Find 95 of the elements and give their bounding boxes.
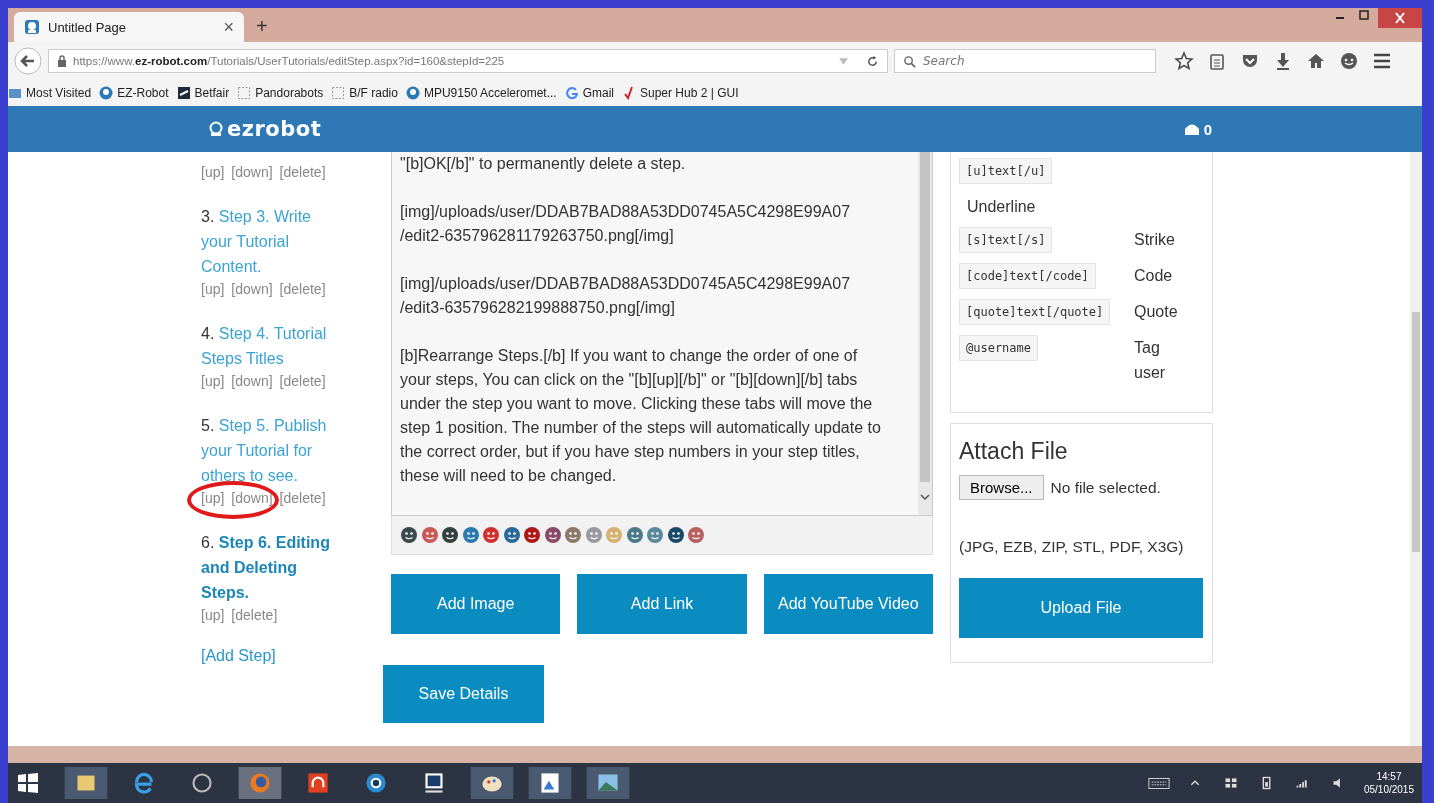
browse-button[interactable]: Browse... bbox=[959, 475, 1044, 500]
browser-tab[interactable]: Untitled Page × bbox=[14, 12, 244, 42]
step-action-link[interactable]: [up] bbox=[201, 164, 225, 180]
step-action-link[interactable]: [delete] bbox=[279, 281, 326, 297]
step-link[interactable]: 5. Step 5. Publish your Tutorial for others to see. bbox=[201, 413, 333, 488]
code-sample: [quote]text[/quote] bbox=[959, 299, 1111, 325]
smiley-icon[interactable] bbox=[441, 526, 459, 544]
step-action-link[interactable]: [down] bbox=[231, 373, 273, 389]
scrollbar[interactable] bbox=[918, 152, 932, 515]
step-action-link[interactable]: [down] bbox=[231, 164, 273, 180]
text-editor-field[interactable]: "[b]OK[/b]" to permanently delete a step. [img]/uploads/user/DDAB7BAD88A53DD0745A5C4298E99A07 /edit2-635796281179263750.png[/img] [img]/uploads/user/DDAB7BAD88A53DD0745A5C4298E99A07 /edit3-635796282199888750.png[/img] [b]Rearrange Steps.[/b] If you want to change the order of one of your steps, You can click on the "[b][up][/b]" or "[b][down][/b] tabs under the step you want to move. Clicking these tabs will move the step 1 position. The number of the steps will automatically update to the correct order, but if you have step numbers in your step titles, these will need to be changed. bbox=[391, 152, 933, 516]
code-sample: [u]text[/u] bbox=[959, 158, 1053, 184]
smiley-icon[interactable] bbox=[543, 526, 562, 544]
basket-icon bbox=[1183, 122, 1200, 136]
step-action-link[interactable]: [delete] bbox=[279, 373, 326, 389]
bookmark-link[interactable]: Most Visited bbox=[8, 86, 92, 100]
menu-icon[interactable] bbox=[1372, 51, 1392, 71]
scrollbar[interactable] bbox=[1410, 152, 1422, 746]
code-sample: [s]text[/s] bbox=[959, 227, 1053, 253]
close-icon[interactable] bbox=[1378, 8, 1422, 28]
logo-icon bbox=[176, 86, 191, 100]
bookmark-link[interactable]: Super Hub 2 | GUI bbox=[622, 86, 739, 100]
robot-icon bbox=[24, 19, 40, 35]
lock-icon bbox=[57, 55, 67, 67]
tab-title: Untitled Page bbox=[48, 19, 128, 35]
tag-label: Underline bbox=[966, 197, 1036, 217]
folder-icon bbox=[8, 86, 22, 100]
scroll-down-icon[interactable] bbox=[920, 493, 930, 501]
step-action-link[interactable]: [delete] bbox=[231, 607, 278, 623]
clock[interactable]: 14:57 05/10/2015 bbox=[1363, 770, 1414, 796]
smiley-icon[interactable] bbox=[666, 526, 685, 544]
tag-label: Code bbox=[1134, 266, 1174, 286]
file-formats: (JPG, EZB, ZIP, STL, PDF, X3G) bbox=[959, 538, 1185, 556]
smiley-icon[interactable] bbox=[400, 526, 418, 544]
site-logo[interactable]: ezrobot bbox=[208, 117, 322, 141]
step-action-link[interactable]: [up] bbox=[201, 490, 225, 506]
tag-label: Tag user bbox=[1134, 338, 1167, 383]
code-sample: @username bbox=[959, 335, 1039, 361]
robot-icon bbox=[99, 86, 114, 100]
close-tab-button[interactable]: × bbox=[223, 16, 234, 38]
code-sample: [code]text[/code] bbox=[959, 263, 1096, 289]
save-details-button[interactable]: Save Details bbox=[383, 665, 544, 723]
search-icon bbox=[903, 55, 916, 68]
address-bar[interactable]: https://www.ez-robot.com/Tutorials/UserTutorials/editStep.aspx?id=160&stepId=225 bbox=[48, 49, 888, 73]
keyboard-icon[interactable] bbox=[1147, 775, 1170, 791]
tick-icon bbox=[622, 86, 636, 100]
editor-button[interactable]: Add Image bbox=[391, 574, 561, 634]
smiley-icon[interactable] bbox=[482, 526, 500, 544]
blank-page-icon bbox=[331, 86, 346, 100]
step-action-link[interactable]: [up] bbox=[201, 281, 225, 297]
folder-icon[interactable] bbox=[64, 767, 108, 799]
step-action-link[interactable]: [up] bbox=[201, 607, 225, 623]
editor-button[interactable]: Add Link bbox=[577, 574, 747, 634]
bookmark-link[interactable]: MPU9150 Acceleromet... bbox=[405, 86, 557, 100]
file-status: No file selected. bbox=[1050, 478, 1161, 497]
picture-icon[interactable] bbox=[528, 767, 572, 799]
step-action-link[interactable]: [down] bbox=[231, 490, 273, 506]
upload-file-button[interactable]: Upload File bbox=[959, 578, 1203, 638]
step-action-link[interactable]: [up] bbox=[201, 373, 225, 389]
robot-icon bbox=[208, 121, 224, 137]
paint-palette-icon[interactable] bbox=[470, 767, 514, 799]
bookmark-link[interactable]: Pandorabots bbox=[237, 86, 324, 100]
letter-g-icon bbox=[564, 86, 579, 100]
blank-page-icon bbox=[237, 86, 252, 100]
bookmark-link[interactable]: B/F radio bbox=[331, 86, 398, 100]
clipboard-icon[interactable] bbox=[1207, 51, 1227, 71]
step-action-link[interactable]: [down] bbox=[231, 281, 273, 297]
windows-start-icon[interactable] bbox=[16, 771, 40, 795]
step-action-link[interactable]: [delete] bbox=[279, 490, 326, 506]
home-icon[interactable] bbox=[1306, 51, 1326, 71]
step-link[interactable]: 4. Step 4. Tutorial Steps Titles bbox=[201, 321, 333, 371]
cart-link[interactable]: 0 bbox=[1183, 120, 1212, 138]
bookmark-link[interactable]: EZ-Robot bbox=[99, 86, 169, 100]
smiley-icon[interactable] bbox=[523, 526, 541, 544]
bookmark-link[interactable]: Gmail bbox=[564, 86, 614, 100]
bookmark-link[interactable]: Betfair bbox=[176, 86, 230, 100]
add-step-link[interactable]: [Add Step] bbox=[201, 647, 366, 665]
editor-button[interactable]: Add YouTube Video bbox=[763, 574, 933, 634]
tag-label: Strike bbox=[1134, 230, 1176, 250]
step-link[interactable]: 3. Step 3. Write your Tutorial Content. bbox=[201, 204, 333, 279]
landscape-icon[interactable] bbox=[586, 767, 630, 799]
back-button[interactable] bbox=[14, 47, 42, 75]
reload-icon[interactable] bbox=[866, 54, 879, 68]
chat-icon[interactable] bbox=[1339, 51, 1359, 71]
robot-icon bbox=[405, 86, 420, 100]
new-tab-button[interactable]: + bbox=[256, 15, 268, 38]
star-icon[interactable] bbox=[1174, 51, 1194, 71]
smiley-icon[interactable] bbox=[461, 526, 480, 544]
tag-label: Quote bbox=[1134, 302, 1179, 322]
step-action-link[interactable]: [delete] bbox=[279, 164, 326, 180]
search-field[interactable]: Search bbox=[894, 49, 1156, 73]
smiley-icon[interactable] bbox=[502, 526, 521, 544]
attach-title: Attach File bbox=[959, 438, 1069, 465]
step-link[interactable]: 6. Step 6. Editing and Deleting Steps. bbox=[201, 530, 333, 605]
smiley-icon[interactable] bbox=[625, 526, 644, 544]
